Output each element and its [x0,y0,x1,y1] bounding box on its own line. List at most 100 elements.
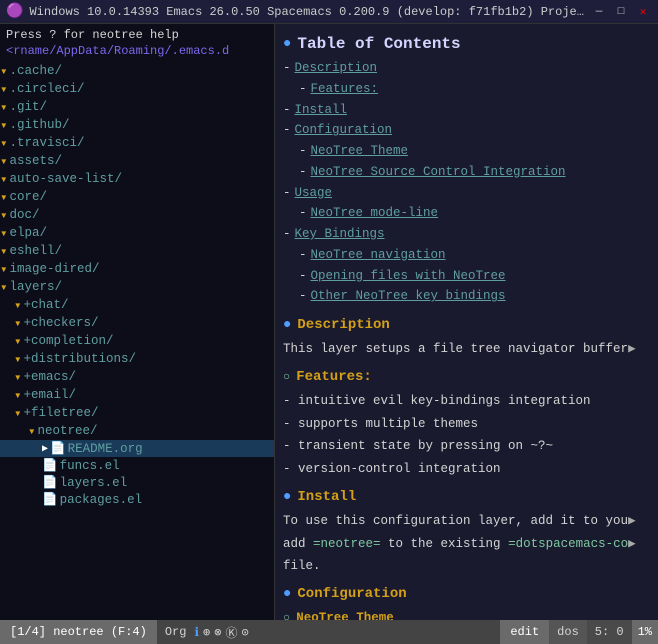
tree-item-name: assets/ [10,154,63,168]
folder-icon: ▾ [14,297,22,313]
folder-icon: ▾ [0,117,8,133]
tree-item[interactable]: ▾.circleci/ [0,80,274,98]
description-text: This layer setups a file tree navigator … [283,338,650,361]
toc-link[interactable]: NeoTree navigation [311,246,446,265]
toc-link[interactable]: NeoTree Theme [311,142,409,161]
config-bullet: ● [283,584,291,605]
tree-item-name: doc/ [10,208,40,222]
features-list: - intuitive evil key-bindings integratio… [283,390,650,481]
window-controls: — □ ✕ [590,3,652,21]
cursor-indicator: ▶ [42,443,48,455]
main-area: Press ? for neotree help <rname/AppData/… [0,24,658,620]
toc-link[interactable]: NeoTree Source Control Integration [311,163,566,182]
install-text3: file. [283,555,650,578]
tree-item-name: .circleci/ [10,82,85,96]
status-info-icon: ℹ [194,625,199,640]
file-icon: 📄 [42,492,58,507]
tree-item-name: packages.el [60,493,143,507]
tree-item-name: layers/ [10,280,63,294]
close-button[interactable]: ✕ [634,3,652,21]
tree-item[interactable]: ▾+distributions/ [0,350,274,368]
toc-dash: - [299,204,307,223]
tree-item-name: +email/ [24,388,77,402]
toc-link[interactable]: Features: [311,80,379,99]
folder-icon: ▾ [0,261,8,277]
status-icons: ℹ ⊕ ⊗ Ⓚ ⊙ [194,624,248,641]
toc-item: -Configuration [283,120,650,141]
toc-item: -NeoTree Theme [299,141,650,162]
tree-item[interactable]: ▾+emacs/ [0,368,274,386]
status-right: edit dos 5: 0 1% [500,620,658,644]
tree-item[interactable]: ▾eshell/ [0,242,274,260]
install-text2: add =neotree= to the existing =dotspacem… [283,533,650,556]
tree-item-name: neotree/ [38,424,98,438]
toc-link[interactable]: Configuration [295,121,393,140]
toc-dash: - [283,121,291,140]
toc-link[interactable]: NeoTree mode-line [311,204,439,223]
folder-icon: ▾ [0,99,8,115]
file-icon: 📄 [50,441,66,456]
tree-item[interactable]: ▾+completion/ [0,332,274,350]
tree-item[interactable]: 📄funcs.el [0,457,274,474]
minimize-button[interactable]: — [590,3,608,21]
tree-item[interactable]: ▾layers/ [0,278,274,296]
tree-item[interactable]: ▾elpa/ [0,224,274,242]
toc-link[interactable]: Opening files with NeoTree [311,267,506,286]
tree-item[interactable]: ▾.git/ [0,98,274,116]
toc-dash: - [299,287,307,306]
toc-link[interactable]: Description [295,59,378,78]
toc-link[interactable]: Key Bindings [295,225,385,244]
config-header: ● Configuration [283,584,650,605]
toc-item: -NeoTree navigation [299,245,650,266]
install-title: Install [297,487,356,508]
folder-icon: ▾ [14,333,22,349]
tree-item-name: .travisci/ [10,136,85,150]
folder-icon: ▾ [28,423,36,439]
feature-item: - intuitive evil key-bindings integratio… [283,390,650,413]
feature-item: - transient state by pressing on ~?~ [283,435,650,458]
window-title: Windows 10.0.14393 Emacs 26.0.50 Spacema… [29,5,590,19]
tree-item-name: +checkers/ [24,316,99,330]
folder-icon: ▾ [14,369,22,385]
tree-item[interactable]: ▾auto-save-list/ [0,170,274,188]
tree-item[interactable]: ▶📄README.org [0,440,274,457]
tree-item-name: README.org [68,442,143,456]
titlebar: 🟣 Windows 10.0.14393 Emacs 26.0.50 Space… [0,0,658,24]
toc-item: -Description [283,58,650,79]
toc-dash: - [283,59,291,78]
tree-item-name: .git/ [10,100,48,114]
tree-item[interactable]: ▾+filetree/ [0,404,274,422]
toc-link[interactable]: Other NeoTree key bindings [311,287,506,306]
maximize-button[interactable]: □ [612,3,630,21]
folder-icon: ▾ [0,243,8,259]
toc-item: -Install [283,100,650,121]
neotree-sidebar[interactable]: Press ? for neotree help <rname/AppData/… [0,24,275,620]
tree-item[interactable]: 📄layers.el [0,474,274,491]
tree-item[interactable]: ▾core/ [0,188,274,206]
folder-icon: ▾ [14,387,22,403]
neotree-help: Press ? for neotree help [0,26,274,44]
app-icon: 🟣 [6,3,23,20]
file-icon: 📄 [42,458,58,473]
toc-link[interactable]: Install [295,101,348,120]
tree-item[interactable]: ▾.cache/ [0,62,274,80]
tree-item[interactable]: ▾image-dired/ [0,260,274,278]
feature-item: - version-control integration [283,458,650,481]
folder-icon: ▾ [14,315,22,331]
toc-item: -Other NeoTree key bindings [299,286,650,307]
folder-icon: ▾ [0,171,8,187]
tree-item[interactable]: ▾assets/ [0,152,274,170]
tree-item[interactable]: ▾+chat/ [0,296,274,314]
tree-item[interactable]: ▾.github/ [0,116,274,134]
tree-item[interactable]: ▾.travisci/ [0,134,274,152]
tree-item[interactable]: ▾+email/ [0,386,274,404]
tree-item[interactable]: ▾neotree/ [0,422,274,440]
tree-item[interactable]: 📄packages.el [0,491,274,508]
tree-item[interactable]: ▾doc/ [0,206,274,224]
folder-icon: ▾ [0,135,8,151]
tree-item[interactable]: ▾+checkers/ [0,314,274,332]
toc-link[interactable]: Usage [295,184,333,203]
status-edit: edit [500,620,549,644]
toc-list: -Description-Features:-Install-Configura… [283,58,650,307]
status-middle: Org ℹ ⊕ ⊗ Ⓚ ⊙ [157,624,501,641]
